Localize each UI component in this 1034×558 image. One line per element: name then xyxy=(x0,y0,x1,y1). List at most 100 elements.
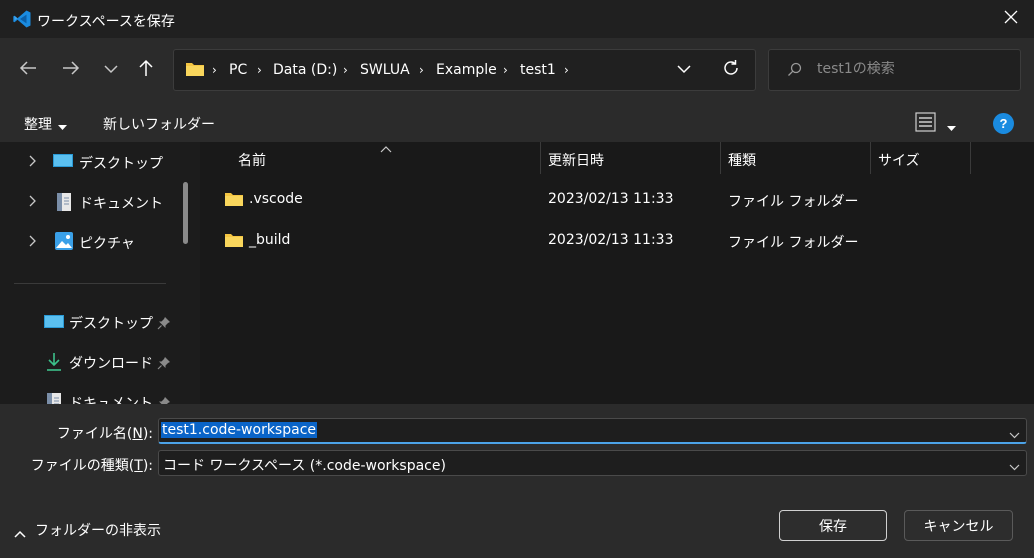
breadcrumb-pc[interactable]: PC xyxy=(229,62,247,78)
download-icon xyxy=(46,352,66,371)
hide-folders-button[interactable]: フォルダーの非表示 xyxy=(35,520,161,540)
forward-button[interactable] xyxy=(56,55,86,85)
chevron-up-icon[interactable] xyxy=(14,526,26,542)
chevron-down-icon xyxy=(104,62,118,78)
folder-icon xyxy=(224,191,244,211)
arrow-left-icon xyxy=(19,60,37,80)
folder-icon xyxy=(224,232,244,252)
table-row[interactable]: _build 2023/02/13 11:33 ファイル フォルダー xyxy=(218,223,1018,259)
file-type: ファイル フォルダー xyxy=(728,194,859,210)
column-divider[interactable] xyxy=(720,142,721,174)
sidebar-item-label: ドキュメント xyxy=(79,196,163,212)
filename-field[interactable]: test1.code-workspace xyxy=(158,418,1027,444)
breadcrumb-separator-icon: › xyxy=(503,63,508,77)
sidebar-divider xyxy=(14,283,166,284)
sort-ascending-icon xyxy=(380,142,392,158)
cancel-button[interactable]: キャンセル xyxy=(904,510,1013,541)
file-name: _build xyxy=(249,232,291,248)
save-panel: ファイル名(N): test1.code-workspace ファイルの種類(T… xyxy=(0,404,1034,558)
refresh-icon xyxy=(722,59,740,81)
chevron-right-icon[interactable] xyxy=(29,195,37,211)
column-divider[interactable] xyxy=(870,142,871,174)
filename-input[interactable]: test1.code-workspace xyxy=(161,422,318,438)
back-button[interactable] xyxy=(13,55,43,85)
table-row[interactable]: .vscode 2023/02/13 11:33 ファイル フォルダー xyxy=(218,182,1018,218)
pin-icon[interactable] xyxy=(157,396,171,404)
picture-icon xyxy=(55,232,75,250)
recent-locations-button[interactable] xyxy=(96,55,126,85)
chevron-down-icon[interactable] xyxy=(1009,427,1020,443)
chevron-right-icon[interactable] xyxy=(29,235,37,251)
file-list: 名前 更新日時 種類 サイズ .vscode 2023/02/13 11:33 … xyxy=(200,142,1034,404)
column-header-name[interactable]: 名前 xyxy=(238,150,266,170)
sidebar-item-desktop-pinned[interactable]: デスクトップ xyxy=(0,302,170,342)
search-icon xyxy=(787,62,802,81)
file-modified: 2023/02/13 11:33 xyxy=(548,232,674,248)
save-button[interactable]: 保存 xyxy=(779,510,887,541)
filetype-value: コード ワークスペース (*.code-workspace) xyxy=(163,458,446,474)
breadcrumb-separator-icon: › xyxy=(257,63,262,77)
document-icon xyxy=(46,392,66,404)
refresh-button[interactable] xyxy=(718,59,744,81)
close-button[interactable] xyxy=(988,0,1034,38)
sidebar-item-label: デスクトップ xyxy=(69,316,153,332)
breadcrumb-separator-icon: › xyxy=(343,63,348,77)
organize-button[interactable]: 整理 xyxy=(24,114,52,134)
desktop-icon xyxy=(53,153,73,171)
sidebar-item-documents-pinned[interactable]: ドキュメント xyxy=(0,382,170,404)
sidebar-scrollbar[interactable] xyxy=(183,182,188,244)
sidebar-item-label: ドキュメント xyxy=(69,396,153,404)
breadcrumb-data-drive[interactable]: Data (D:) xyxy=(273,62,337,78)
column-header-size[interactable]: サイズ xyxy=(878,150,920,170)
search-input[interactable] xyxy=(817,61,1007,77)
breadcrumb-separator-icon: › xyxy=(564,63,569,77)
sidebar-item-label: ダウンロード xyxy=(69,356,153,372)
close-icon xyxy=(1004,10,1018,28)
sidebar-item-label: ピクチャ xyxy=(79,236,135,252)
chevron-down-icon xyxy=(677,62,691,78)
column-divider[interactable] xyxy=(970,142,971,174)
pin-icon[interactable] xyxy=(157,356,171,374)
new-folder-button[interactable]: 新しいフォルダー xyxy=(103,114,215,134)
sidebar-item-pictures-tree[interactable]: ピクチャ xyxy=(0,222,170,262)
up-button[interactable] xyxy=(131,55,161,85)
vscode-icon xyxy=(12,9,32,29)
file-type: ファイル フォルダー xyxy=(728,235,859,251)
search-box[interactable] xyxy=(768,49,1021,91)
title-bar: ワークスペースを保存 xyxy=(0,0,1034,38)
folder-icon xyxy=(185,61,205,81)
breadcrumb-swlua[interactable]: SWLUA xyxy=(360,62,410,78)
details-view-icon xyxy=(915,112,936,136)
filetype-select[interactable]: コード ワークスペース (*.code-workspace) xyxy=(158,450,1027,476)
breadcrumb-example[interactable]: Example xyxy=(436,62,497,78)
desktop-icon xyxy=(44,314,64,332)
command-bar: 整理 新しいフォルダー ? xyxy=(0,102,1034,142)
caret-down-icon xyxy=(58,118,67,134)
file-name: .vscode xyxy=(249,191,303,207)
document-icon xyxy=(56,192,76,211)
breadcrumb-test1[interactable]: test1 xyxy=(520,62,556,78)
breadcrumb-separator-icon: › xyxy=(419,63,424,77)
column-header-modified[interactable]: 更新日時 xyxy=(548,150,604,170)
sidebar-item-desktop-tree[interactable]: デスクトップ xyxy=(0,142,170,182)
sidebar-item-documents-tree[interactable]: ドキュメント xyxy=(0,182,170,222)
chevron-down-icon[interactable] xyxy=(1009,459,1020,475)
file-modified: 2023/02/13 11:33 xyxy=(548,191,674,207)
address-bar[interactable]: › PC › Data (D:) › SWLUA › Example › tes… xyxy=(173,49,756,91)
address-history-button[interactable] xyxy=(673,59,695,81)
pin-icon[interactable] xyxy=(157,316,171,334)
help-button[interactable]: ? xyxy=(993,113,1014,134)
breadcrumb-separator-icon: › xyxy=(212,63,217,77)
sidebar-item-downloads-pinned[interactable]: ダウンロード xyxy=(0,342,170,382)
arrow-right-icon xyxy=(62,60,80,80)
window-title: ワークスペースを保存 xyxy=(37,14,175,30)
column-header-type[interactable]: 種類 xyxy=(728,150,756,170)
caret-down-icon[interactable] xyxy=(947,119,956,135)
navigation-pane: デスクトップ ドキュメント ピクチャ デスクトップ ダウンロード ドキュメント xyxy=(0,142,200,404)
column-divider[interactable] xyxy=(540,142,541,174)
sidebar-item-label: デスクトップ xyxy=(79,156,163,172)
filename-label: ファイル名(N): xyxy=(56,426,153,442)
arrow-up-icon xyxy=(138,59,154,81)
view-options-button[interactable] xyxy=(915,112,936,136)
chevron-right-icon[interactable] xyxy=(29,155,37,171)
